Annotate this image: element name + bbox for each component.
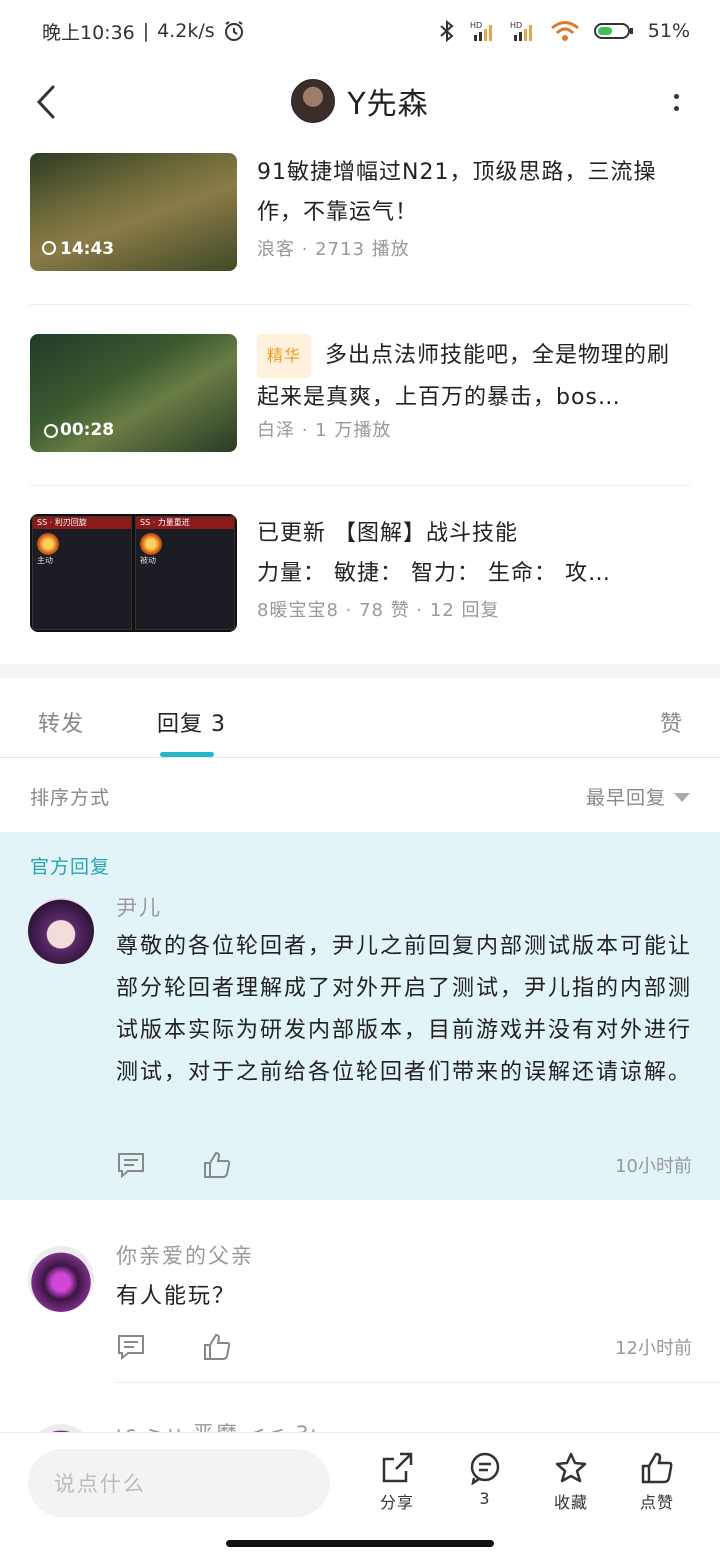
divider bbox=[30, 485, 690, 486]
battery-percent: 51% bbox=[647, 20, 690, 42]
favorite-label: 收藏 bbox=[553, 1493, 588, 1512]
post-thumbnail[interactable]: 14:43 bbox=[30, 153, 237, 271]
post-meta: 白泽 · 1 万播放 bbox=[257, 420, 392, 441]
related-post[interactable]: 00:28 精华 多出点法师技能吧，全是物理的刷起来是真爽，上百万的暴击，bos…… bbox=[30, 334, 690, 452]
tab-forward[interactable]: 转发 bbox=[38, 706, 84, 738]
share-label: 分享 bbox=[379, 1493, 414, 1512]
comments-button[interactable]: 3 bbox=[450, 1451, 520, 1508]
tab-reply[interactable]: 回复 3 bbox=[157, 706, 226, 738]
top-header: Y先森 bbox=[0, 62, 720, 140]
reply-tabs: 转发 回复 3 赞 bbox=[0, 678, 720, 758]
post-title[interactable]: 91敏捷增幅过N21，顶级思路，三流操作，不靠运气！ bbox=[257, 153, 690, 233]
related-post[interactable]: 14:43 91敏捷增幅过N21，顶级思路，三流操作，不靠运气！ 浪客 · 27… bbox=[30, 153, 690, 271]
caret-down-icon bbox=[674, 792, 690, 802]
signal-2-icon: HD bbox=[510, 19, 536, 43]
comment-icon[interactable] bbox=[116, 1150, 146, 1180]
share-button[interactable]: 分享 bbox=[362, 1451, 432, 1513]
skill-icon bbox=[140, 533, 162, 555]
official-reply: 官方回复 尹儿 尊敬的各位轮回者，尹儿之前回复内部测试版本可能让部分轮回者理解成… bbox=[0, 832, 720, 1200]
official-reply-label: 官方回复 bbox=[30, 856, 111, 878]
sort-row: 排序方式 最早回复 bbox=[0, 770, 720, 822]
related-post[interactable]: SS · 利刃回旋 主动 SS · 力量重迸 被动 已更新 【图解】战斗技能 力… bbox=[30, 514, 690, 632]
svg-text:HD: HD bbox=[470, 21, 482, 30]
avatar[interactable] bbox=[28, 1246, 94, 1312]
tab-like[interactable]: 赞 bbox=[660, 706, 683, 738]
svg-text:HD: HD bbox=[510, 21, 522, 30]
bottom-action-bar: 说点什么 分享 3 收藏 点赞 bbox=[0, 1432, 720, 1532]
status-separator: | bbox=[142, 20, 150, 42]
reply-item: 你亲爱的父亲 有人能玩？ 12小时前 bbox=[0, 1200, 720, 1432]
tab-indicator bbox=[160, 752, 214, 757]
skill-card-title: SS · 利刃回旋 bbox=[37, 518, 87, 527]
post-title[interactable]: 已更新 【图解】战斗技能 力量： 敏捷： 智力： 生命： 攻… bbox=[257, 514, 690, 594]
reply-time: 10小时前 bbox=[615, 1156, 692, 1177]
video-duration: 00:28 bbox=[60, 420, 115, 440]
reply-username[interactable]: 尹儿 bbox=[116, 892, 162, 922]
back-button[interactable] bbox=[26, 80, 66, 124]
featured-badge: 精华 bbox=[257, 334, 312, 378]
more-options-button[interactable] bbox=[668, 84, 684, 120]
post-title[interactable]: 精华 多出点法师技能吧，全是物理的刷起来是真爽，上百万的暴击，bos… bbox=[257, 334, 690, 414]
skill-card-type: 被动 bbox=[140, 556, 156, 565]
post-thumbnail[interactable]: 00:28 bbox=[30, 334, 237, 452]
more-dot-icon bbox=[673, 105, 679, 111]
author-info[interactable]: Y先森 bbox=[291, 79, 428, 123]
video-duration: 14:43 bbox=[60, 239, 115, 259]
comment-bubble-icon bbox=[470, 1452, 500, 1485]
author-avatar[interactable] bbox=[291, 79, 336, 123]
reply-username[interactable]: ιε ≥∪ 恶魔 <≤ 3ι bbox=[116, 1418, 320, 1432]
chevron-left-icon bbox=[36, 85, 55, 119]
battery-icon bbox=[593, 21, 634, 41]
author-name[interactable]: Y先森 bbox=[347, 79, 428, 123]
thumbs-up-icon bbox=[641, 1452, 673, 1484]
wifi-icon bbox=[550, 19, 580, 43]
alarm-icon bbox=[223, 20, 245, 42]
comment-icon[interactable] bbox=[116, 1332, 146, 1362]
skill-card-title: SS · 力量重迸 bbox=[140, 518, 190, 527]
reply-item: ιε ≥∪ 恶魔 <≤ 3ι bbox=[0, 1400, 720, 1432]
play-icon bbox=[44, 424, 58, 438]
thumbs-up-icon[interactable] bbox=[202, 1332, 232, 1362]
post-meta: 浪客 · 2713 播放 bbox=[257, 239, 410, 260]
avatar[interactable] bbox=[28, 1424, 94, 1432]
comments-count: 3 bbox=[479, 1489, 491, 1508]
play-icon bbox=[42, 241, 56, 255]
skill-icon bbox=[37, 533, 59, 555]
divider bbox=[30, 304, 690, 305]
status-net-speed: 4.2k/s bbox=[157, 20, 215, 42]
sort-value: 最早回复 bbox=[585, 786, 666, 809]
reply-actions: 12小时前 bbox=[116, 1332, 692, 1362]
favorite-button[interactable]: 收藏 bbox=[536, 1451, 606, 1513]
post-meta: 8暖宝宝8 · 78 赞 · 12 回复 bbox=[257, 600, 500, 621]
signal-1-icon: HD bbox=[470, 19, 496, 43]
star-icon bbox=[555, 1452, 587, 1483]
reply-body: 尊敬的各位轮回者，尹儿之前回复内部测试版本可能让部分轮回者理解成了对外开启了测试… bbox=[116, 934, 693, 1085]
reply-time: 12小时前 bbox=[615, 1338, 692, 1359]
comment-input[interactable]: 说点什么 bbox=[28, 1449, 330, 1517]
post-title-text: 多出点法师技能吧，全是物理的刷起来是真爽，上百万的暴击，bos… bbox=[257, 343, 671, 410]
like-button[interactable]: 点赞 bbox=[622, 1451, 692, 1513]
home-indicator[interactable] bbox=[226, 1540, 494, 1547]
status-time: 晚上10:36 bbox=[42, 21, 135, 44]
post-thumbnail[interactable]: SS · 利刃回旋 主动 SS · 力量重迸 被动 bbox=[30, 514, 237, 632]
sort-dropdown[interactable]: 最早回复 bbox=[586, 783, 690, 810]
section-gap bbox=[0, 664, 720, 678]
bluetooth-icon bbox=[438, 19, 456, 43]
reply-actions: 10小时前 bbox=[116, 1150, 692, 1180]
share-icon bbox=[382, 1452, 413, 1483]
avatar[interactable] bbox=[28, 898, 94, 964]
reply-username[interactable]: 你亲爱的父亲 bbox=[116, 1240, 254, 1270]
skill-card: SS · 力量重迸 被动 bbox=[135, 516, 235, 630]
reply-body: 有人能玩？ bbox=[116, 1284, 237, 1309]
sort-label: 排序方式 bbox=[30, 786, 111, 809]
skill-card: SS · 利刃回旋 主动 bbox=[32, 516, 132, 630]
more-dot-icon bbox=[673, 93, 679, 99]
skill-card-type: 主动 bbox=[37, 556, 53, 565]
like-label: 点赞 bbox=[639, 1493, 674, 1512]
status-bar: 晚上10:36 | 4.2k/s HD HD 51% bbox=[0, 0, 720, 62]
divider bbox=[116, 1382, 720, 1383]
thumbs-up-icon[interactable] bbox=[202, 1150, 232, 1180]
